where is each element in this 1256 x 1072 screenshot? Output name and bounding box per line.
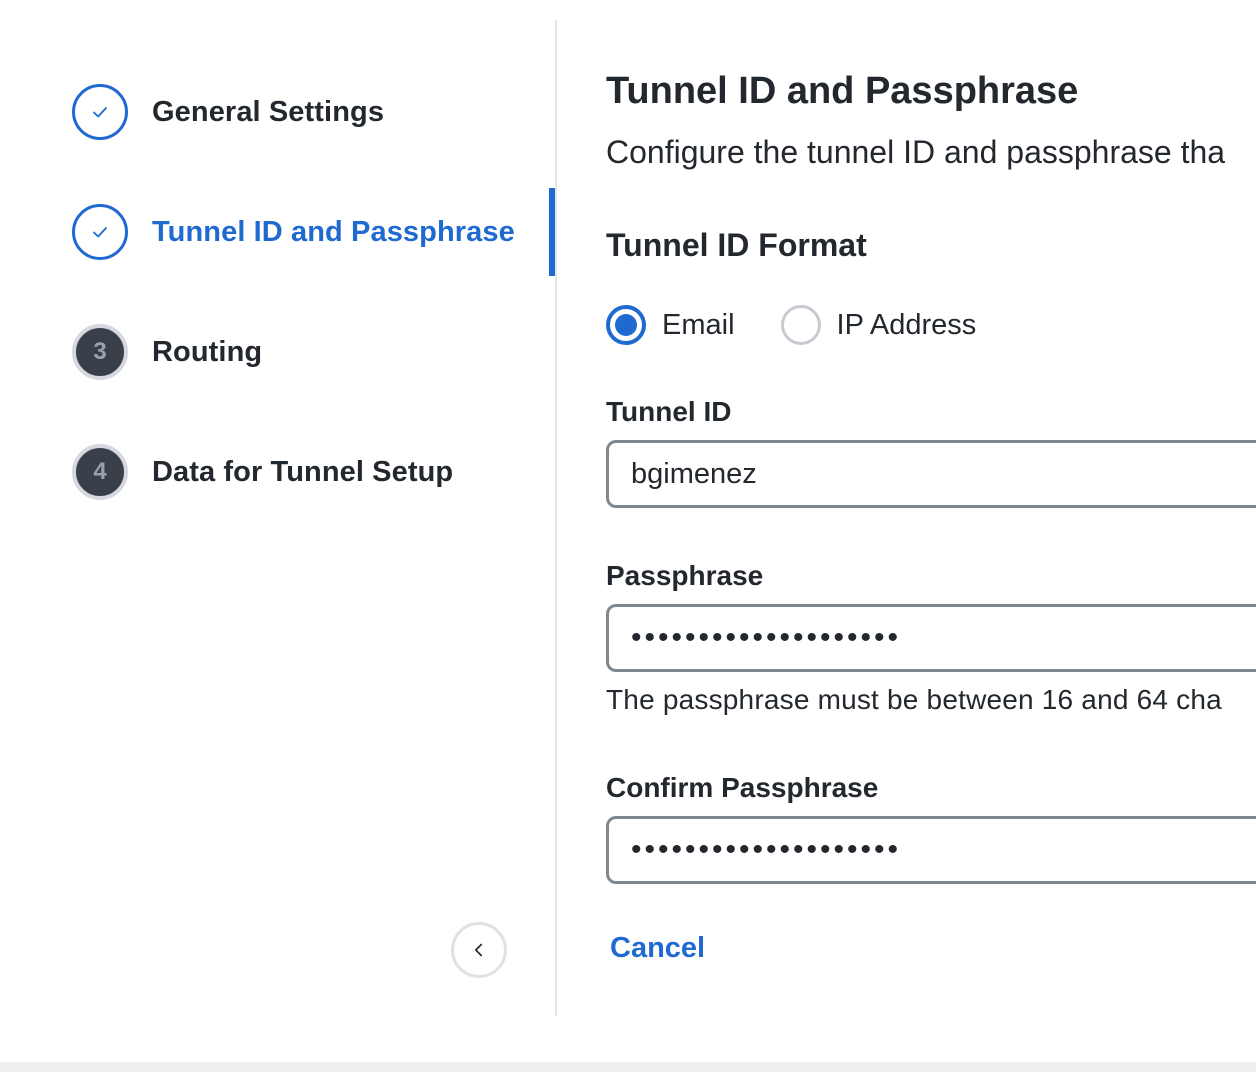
- checkmark-icon: [93, 107, 107, 118]
- chevron-left-icon: [474, 943, 483, 957]
- panel-divider: [555, 20, 557, 1016]
- tunnel-id-input[interactable]: [606, 440, 1256, 508]
- step-routing[interactable]: 3 Routing: [72, 324, 542, 380]
- passphrase-hint: The passphrase must be between 16 and 64…: [606, 684, 1222, 715]
- radio-label-ip-address: IP Address: [836, 308, 977, 341]
- step-number-badge: 3: [72, 324, 128, 380]
- tunnel-form: Tunnel ID and Passphrase Configure the t…: [606, 0, 1256, 1072]
- radio-option-email[interactable]: Email: [606, 305, 735, 345]
- tunnel-id-label: Tunnel ID: [606, 396, 732, 427]
- page-title: Tunnel ID and Passphrase: [606, 70, 1079, 112]
- step-general-settings[interactable]: General Settings: [72, 84, 542, 140]
- radio-option-ip-address[interactable]: IP Address: [780, 305, 977, 345]
- passphrase-input[interactable]: [606, 604, 1256, 672]
- step-completed-marker: [72, 84, 128, 140]
- bottom-bar: [0, 1062, 1256, 1072]
- step-label: Data for Tunnel Setup: [152, 455, 454, 488]
- step-tunnel-id-and-passphrase[interactable]: Tunnel ID and Passphrase: [72, 204, 542, 260]
- page-description: Configure the tunnel ID and passphrase t…: [606, 134, 1226, 170]
- step-data-for-tunnel-setup[interactable]: 4 Data for Tunnel Setup: [72, 444, 542, 500]
- step-label: Tunnel ID and Passphrase: [152, 215, 515, 248]
- wizard-stepper: General Settings Tunnel ID and Passphras…: [0, 20, 556, 1016]
- collapse-stepper-button[interactable]: [451, 922, 507, 978]
- checkmark-icon: [93, 227, 107, 238]
- tunnel-id-format-radio-group: Email IP Address: [606, 304, 1022, 346]
- tunnel-id-format-heading: Tunnel ID Format: [606, 227, 867, 263]
- step-label: Routing: [152, 335, 263, 368]
- confirm-passphrase-input[interactable]: [606, 816, 1256, 884]
- step-number-badge: 4: [72, 444, 128, 500]
- radio-email[interactable]: [606, 305, 646, 345]
- confirm-passphrase-label: Confirm Passphrase: [606, 772, 879, 803]
- cancel-button[interactable]: Cancel: [610, 932, 705, 965]
- tunnel-setup-wizard: General Settings Tunnel ID and Passphras…: [0, 0, 1256, 1072]
- step-completed-marker: [72, 204, 128, 260]
- radio-ip-address[interactable]: [780, 305, 821, 345]
- radio-label-email: Email: [662, 308, 735, 341]
- step-label: General Settings: [152, 95, 385, 128]
- passphrase-label: Passphrase: [606, 560, 764, 591]
